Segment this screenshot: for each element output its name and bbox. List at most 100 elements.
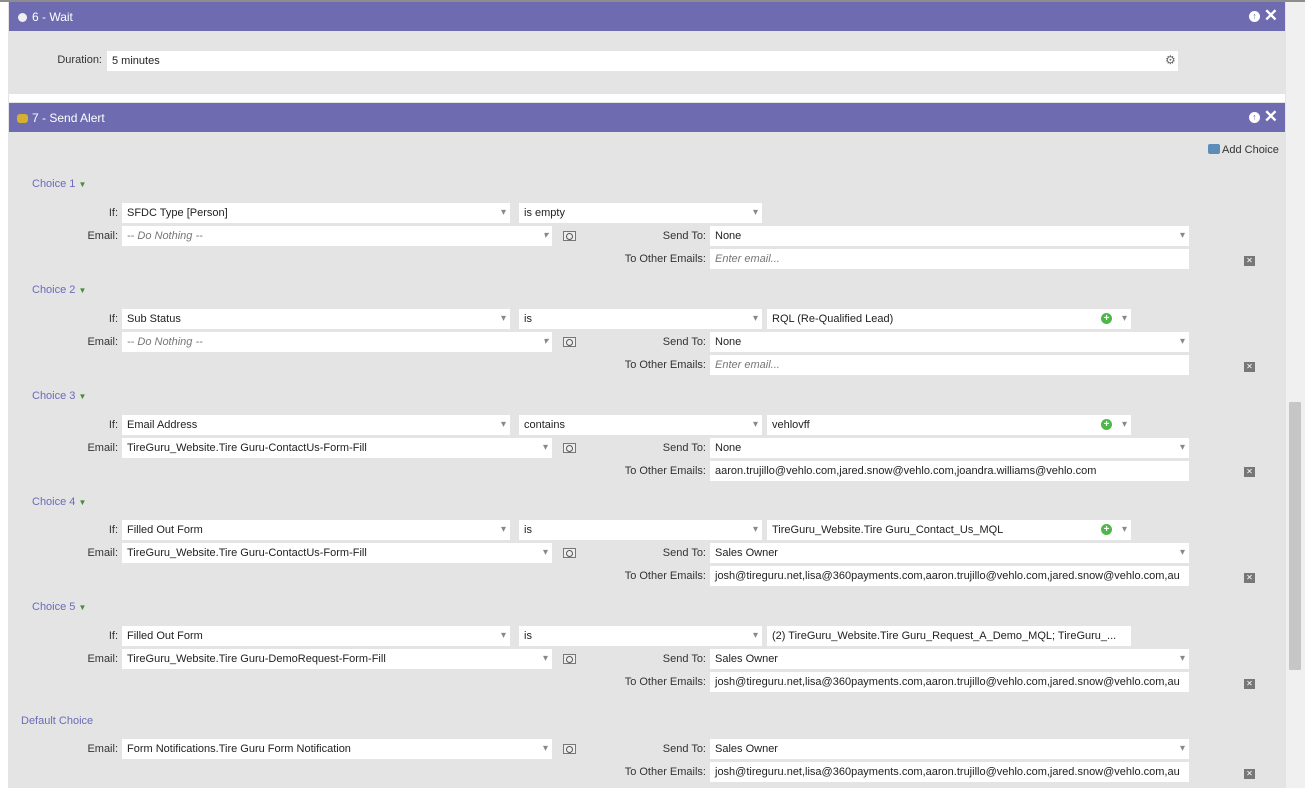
- send-to-select[interactable]: Sales Owner: [710, 739, 1189, 759]
- if-field-select[interactable]: Filled Out Form: [122, 626, 510, 646]
- choice-5-toggle[interactable]: Choice 5 ▼: [32, 601, 86, 613]
- preview-icon[interactable]: [563, 744, 576, 754]
- if-field-select[interactable]: Sub Status: [122, 309, 510, 329]
- move-up-icon[interactable]: ↑: [1249, 112, 1260, 123]
- duration-label: Duration:: [57, 54, 102, 66]
- to-other-emails-input[interactable]: Enter email...: [710, 355, 1189, 375]
- value-select[interactable]: (2) TireGuru_Website.Tire Guru_Request_A…: [767, 626, 1131, 646]
- send-to-label: Send To:: [662, 336, 706, 348]
- value-select[interactable]: TireGuru_Website.Tire Guru_Contact_Us_MQ…: [767, 520, 1131, 540]
- email-select[interactable]: -- Do Nothing --: [122, 226, 552, 246]
- delete-choice-icon[interactable]: ✕: [1244, 679, 1255, 689]
- operator-select[interactable]: is empty: [519, 203, 762, 223]
- delete-choice-icon[interactable]: ✕: [1244, 256, 1255, 266]
- gear-icon[interactable]: ⚙: [1165, 53, 1176, 67]
- choice-label: Choice 5: [32, 601, 76, 613]
- send-to-select[interactable]: Sales Owner: [710, 649, 1189, 669]
- delete-choice-icon[interactable]: ✕: [1244, 769, 1255, 779]
- send-alert-step-header: 7 - Send Alert ↑ ✕: [9, 103, 1285, 132]
- email-label: Email:: [87, 547, 118, 559]
- email-label: Email:: [87, 230, 118, 242]
- wait-step-header: 6 - Wait ↑ ✕: [9, 2, 1285, 31]
- duration-input[interactable]: 5 minutes: [107, 51, 1178, 71]
- choice-label: Choice 1: [32, 178, 76, 190]
- operator-select[interactable]: is: [519, 309, 762, 329]
- send-to-label: Send To:: [662, 442, 706, 454]
- to-other-emails-label: To Other Emails:: [624, 359, 706, 371]
- send-to-label: Send To:: [662, 743, 706, 755]
- choice-2-toggle[interactable]: Choice 2 ▼: [32, 284, 86, 296]
- add-choice-button[interactable]: Add Choice: [1208, 144, 1279, 156]
- email-label: Email:: [87, 442, 118, 454]
- send-to-select[interactable]: Sales Owner: [710, 543, 1189, 563]
- step-separator: [9, 94, 1285, 102]
- email-select[interactable]: Form Notifications.Tire Guru Form Notifi…: [122, 739, 552, 759]
- clock-icon: [18, 13, 27, 22]
- to-other-emails-input[interactable]: aaron.trujillo@vehlo.com,jared.snow@vehl…: [710, 461, 1189, 481]
- wait-step-title: 6 - Wait: [32, 10, 73, 24]
- choice-4-toggle[interactable]: Choice 4 ▼: [32, 496, 86, 508]
- expand-icon: ▼: [78, 180, 87, 189]
- send-to-select[interactable]: None: [710, 332, 1189, 352]
- value-select[interactable]: vehlovff: [767, 415, 1131, 435]
- choice-1-toggle[interactable]: Choice 1 ▼: [32, 178, 86, 190]
- to-other-emails-label: To Other Emails:: [624, 570, 706, 582]
- expand-icon: ▼: [78, 286, 87, 295]
- close-icon[interactable]: ✕: [1264, 108, 1278, 125]
- operator-select[interactable]: contains: [519, 415, 762, 435]
- to-other-emails-input[interactable]: Enter email...: [710, 249, 1189, 269]
- operator-select[interactable]: is: [519, 626, 762, 646]
- choice-label: Choice 4: [32, 496, 76, 508]
- add-value-icon[interactable]: +: [1101, 524, 1112, 535]
- email-select[interactable]: -- Do Nothing --: [122, 332, 552, 352]
- send-to-label: Send To:: [662, 653, 706, 665]
- add-value-icon[interactable]: +: [1101, 419, 1112, 430]
- if-field-select[interactable]: Email Address: [122, 415, 510, 435]
- to-other-emails-label: To Other Emails:: [624, 766, 706, 778]
- email-label: Email:: [87, 653, 118, 665]
- add-choice-label: Add Choice: [1222, 144, 1279, 156]
- preview-icon[interactable]: [563, 443, 576, 453]
- scrollbar[interactable]: [1286, 2, 1305, 788]
- email-select[interactable]: TireGuru_Website.Tire Guru-ContactUs-For…: [122, 438, 552, 458]
- email-label: Email:: [87, 743, 118, 755]
- delete-choice-icon[interactable]: ✕: [1244, 573, 1255, 583]
- alert-bell-icon: [17, 114, 28, 123]
- to-other-emails-input[interactable]: josh@tireguru.net,lisa@360payments.com,a…: [710, 566, 1189, 586]
- preview-icon[interactable]: [563, 231, 576, 241]
- add-choice-icon: [1208, 144, 1220, 154]
- email-select[interactable]: TireGuru_Website.Tire Guru-ContactUs-For…: [122, 543, 552, 563]
- delete-choice-icon[interactable]: ✕: [1244, 362, 1255, 372]
- send-to-select[interactable]: None: [710, 438, 1189, 458]
- to-other-emails-input[interactable]: josh@tireguru.net,lisa@360payments.com,a…: [710, 672, 1189, 692]
- to-other-emails-input[interactable]: josh@tireguru.net,lisa@360payments.com,a…: [710, 762, 1189, 782]
- to-other-emails-placeholder: Enter email...: [715, 253, 780, 265]
- choice-label: Choice 3: [32, 390, 76, 402]
- expand-icon: ▼: [78, 392, 87, 401]
- send-to-label: Send To:: [662, 230, 706, 242]
- send-to-select[interactable]: None: [710, 226, 1189, 246]
- email-select[interactable]: TireGuru_Website.Tire Guru-DemoRequest-F…: [122, 649, 552, 669]
- to-other-emails-label: To Other Emails:: [624, 676, 706, 688]
- close-icon[interactable]: ✕: [1264, 7, 1278, 24]
- delete-choice-icon[interactable]: ✕: [1244, 467, 1255, 477]
- choice-label: Choice 2: [32, 284, 76, 296]
- if-field-select[interactable]: Filled Out Form: [122, 520, 510, 540]
- if-label: If:: [108, 524, 118, 536]
- preview-icon[interactable]: [563, 337, 576, 347]
- send-alert-step-title: 7 - Send Alert: [32, 111, 105, 125]
- value-select[interactable]: RQL (Re-Qualified Lead): [767, 309, 1131, 329]
- preview-icon[interactable]: [563, 548, 576, 558]
- scrollbar-thumb[interactable]: [1289, 402, 1301, 670]
- choice-3-toggle[interactable]: Choice 3 ▼: [32, 390, 86, 402]
- if-label: If:: [108, 313, 118, 325]
- if-label: If:: [108, 419, 118, 431]
- if-label: If:: [108, 207, 118, 219]
- expand-icon: ▼: [78, 498, 87, 507]
- add-value-icon[interactable]: +: [1101, 313, 1112, 324]
- send-to-label: Send To:: [662, 547, 706, 559]
- preview-icon[interactable]: [563, 654, 576, 664]
- if-field-select[interactable]: SFDC Type [Person]: [122, 203, 510, 223]
- operator-select[interactable]: is: [519, 520, 762, 540]
- move-up-icon[interactable]: ↑: [1249, 11, 1260, 22]
